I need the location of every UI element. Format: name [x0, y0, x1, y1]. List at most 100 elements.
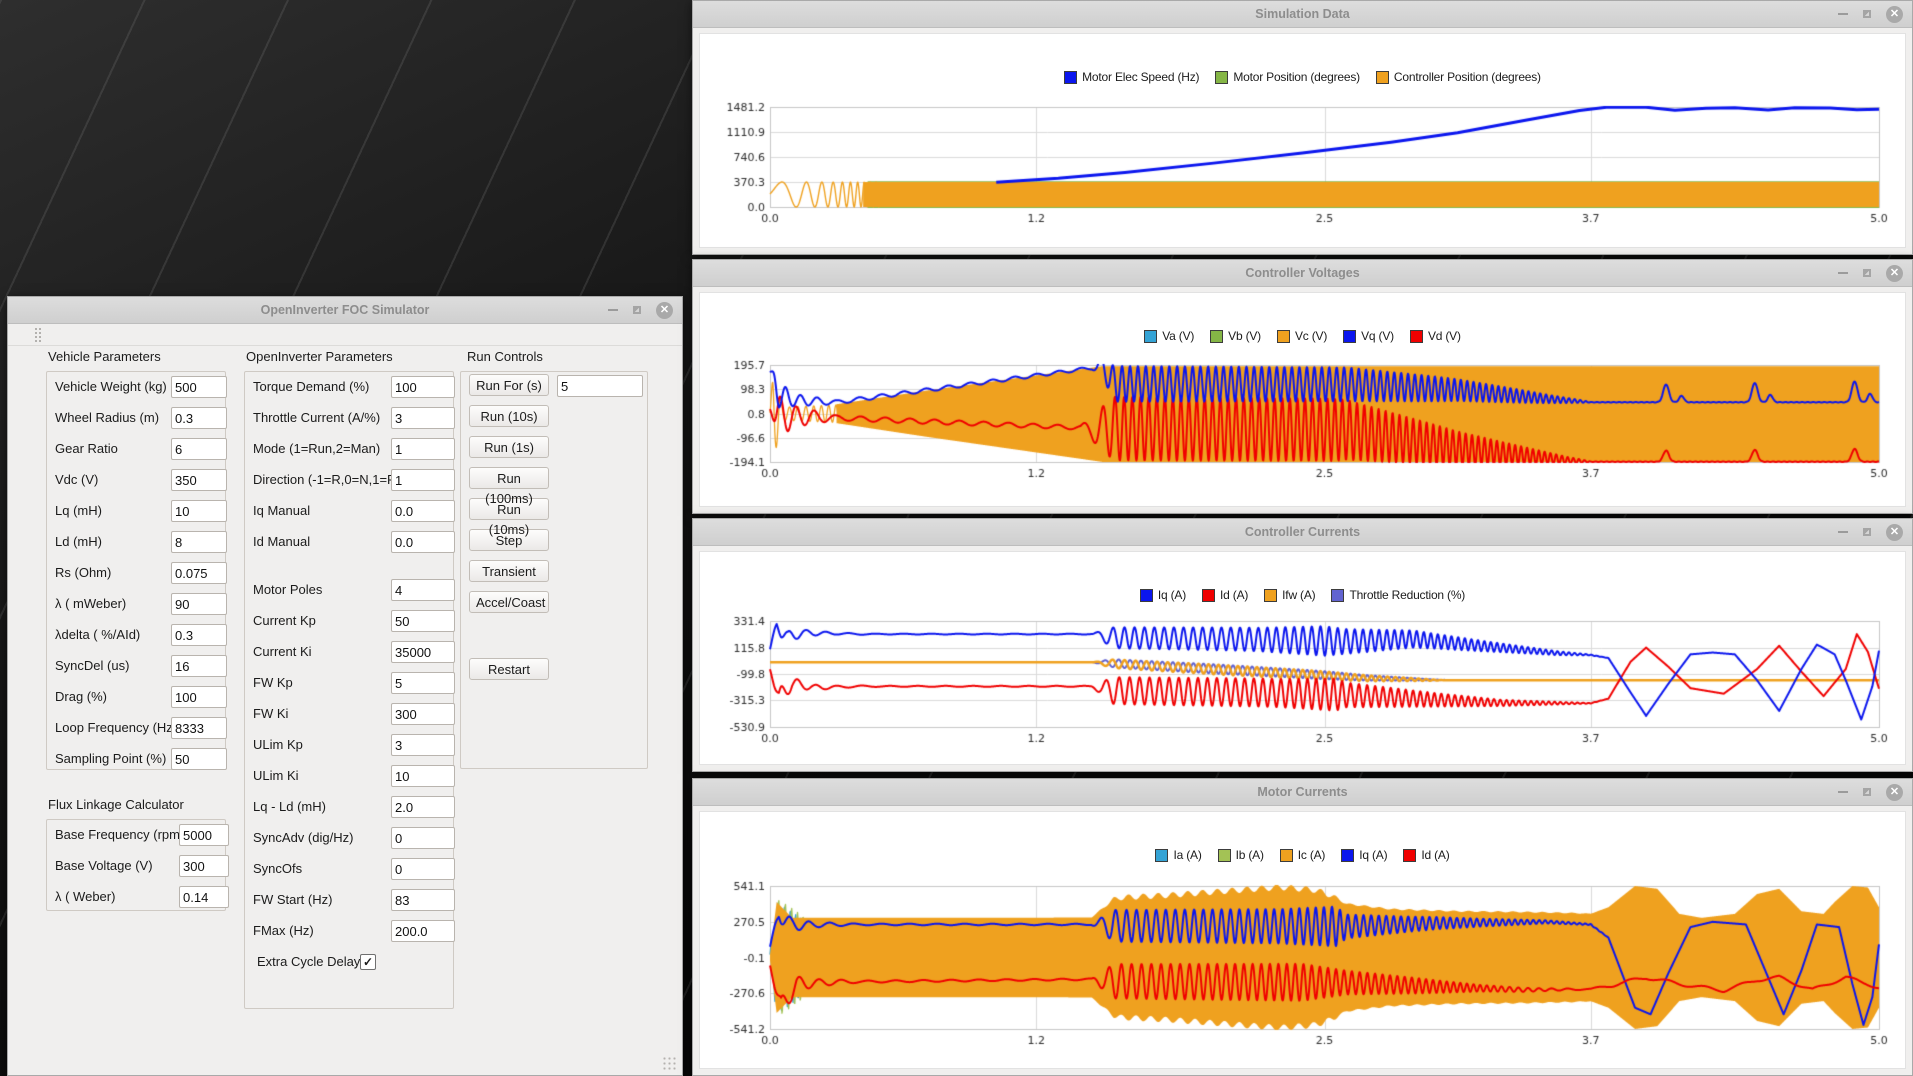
syncadv-dig-hz-input[interactable]: [391, 827, 455, 849]
field-row: Wheel Radius (m): [55, 407, 217, 429]
delta-aid-input[interactable]: [171, 624, 227, 646]
restore-icon[interactable]: [1863, 269, 1871, 277]
gear-ratio-input[interactable]: [171, 438, 227, 460]
simulator-titlebar[interactable]: OpenInverter FOC Simulator ✕: [8, 297, 682, 324]
field-label-rs-ohm: Rs (Ohm): [55, 562, 111, 584]
transient-button[interactable]: Transient: [469, 560, 549, 582]
direction-1-r-0-n-1-f-input[interactable]: [391, 469, 455, 491]
window-title: Controller Currents: [693, 519, 1912, 545]
syncdel-us-input[interactable]: [171, 655, 227, 677]
field-label-wheel-radius-m: Wheel Radius (m): [55, 407, 159, 429]
motor-poles-input[interactable]: [391, 579, 455, 601]
restore-icon[interactable]: [1863, 528, 1871, 536]
restore-icon[interactable]: [1863, 10, 1871, 18]
resize-grip-icon[interactable]: [662, 1056, 677, 1071]
weber-input[interactable]: [179, 886, 229, 908]
extra-cycle-delay-checkbox[interactable]: ✓: [360, 954, 376, 970]
accel-coast-button[interactable]: Accel/Coast: [469, 591, 549, 613]
lq-ld-mh-input[interactable]: [391, 796, 455, 818]
vehicle-weight-kg-input[interactable]: [171, 376, 227, 398]
chart-titlebar[interactable]: Simulation Data ✕: [693, 1, 1912, 28]
mweber-input[interactable]: [171, 593, 227, 615]
field-row: Gear Ratio: [55, 438, 217, 460]
minimize-icon[interactable]: [1838, 531, 1848, 533]
torque-demand-input[interactable]: [391, 376, 455, 398]
run-for-s-button[interactable]: Run For (s): [469, 374, 549, 396]
restart-button[interactable]: Restart: [469, 658, 549, 680]
loop-frequency-hz-input[interactable]: [171, 717, 227, 739]
chart-area: Iq (A)Id (A)Ifw (A)Throttle Reduction (%…: [699, 551, 1906, 765]
field-label-mweber: λ ( mWeber): [55, 593, 126, 615]
restore-icon[interactable]: [1863, 788, 1871, 796]
fw-kp-input[interactable]: [391, 672, 455, 694]
sampling-point-input[interactable]: [171, 748, 227, 770]
field-row: Torque Demand (%): [253, 376, 445, 398]
chart-window-controller-voltages: Controller Voltages ✕ Va (V)Vb (V)Vc (V)…: [692, 259, 1913, 514]
chart-titlebar[interactable]: Controller Voltages ✕: [693, 260, 1912, 287]
throttle-current-a-input[interactable]: [391, 407, 455, 429]
minimize-icon[interactable]: [1838, 13, 1848, 15]
window-title: Motor Currents: [693, 779, 1912, 805]
field-label-ulim-kp: ULim Kp: [253, 734, 303, 756]
run-10s-button[interactable]: Run (10s): [469, 405, 549, 427]
section-title-flux: Flux Linkage Calculator: [48, 797, 184, 812]
toolbar-grip-icon[interactable]: [34, 327, 43, 342]
field-label-base-voltage-v: Base Voltage (V): [55, 855, 153, 877]
field-row: ULim Kp: [253, 734, 445, 756]
field-row: ULim Ki: [253, 765, 445, 787]
fmax-hz-input[interactable]: [391, 920, 455, 942]
step-button[interactable]: Step: [469, 529, 549, 551]
close-icon[interactable]: ✕: [656, 302, 673, 319]
run-100ms-button[interactable]: Run (100ms): [469, 467, 549, 489]
current-kp-input[interactable]: [391, 610, 455, 632]
ld-mh-input[interactable]: [171, 531, 227, 553]
lq-mh-input[interactable]: [171, 500, 227, 522]
base-frequency-rpm-input[interactable]: [179, 824, 229, 846]
chart-window-simulation-data: Simulation Data ✕ Motor Elec Speed (Hz)M…: [692, 0, 1913, 255]
field-label-iq-manual: Iq Manual: [253, 500, 310, 522]
mode-1-run-2-man-input[interactable]: [391, 438, 455, 460]
run-10ms-button[interactable]: Run (10ms): [469, 498, 549, 520]
syncofs-input[interactable]: [391, 858, 455, 880]
drag-input[interactable]: [171, 686, 227, 708]
chart-canvas-motor-currents: [700, 812, 1907, 1068]
field-label-throttle-current-a: Throttle Current (A/%): [253, 407, 380, 429]
minimize-icon[interactable]: [608, 309, 618, 311]
wheel-radius-m-input[interactable]: [171, 407, 227, 429]
field-row: Motor Poles: [253, 579, 445, 601]
field-label-torque-demand: Torque Demand (%): [253, 376, 369, 398]
fw-ki-input[interactable]: [391, 703, 455, 725]
id-manual-input[interactable]: [391, 531, 455, 553]
run-for-seconds-input[interactable]: [557, 375, 643, 397]
field-row: Lq (mH): [55, 500, 217, 522]
minimize-icon[interactable]: [1838, 791, 1848, 793]
close-icon[interactable]: ✕: [1886, 784, 1903, 801]
restore-icon[interactable]: [633, 306, 641, 314]
field-row: Base Voltage (V): [55, 855, 217, 877]
vehicle-parameters-frame: Vehicle Weight (kg)Wheel Radius (m)Gear …: [46, 371, 226, 770]
toolbar: [8, 324, 682, 346]
rs-ohm-input[interactable]: [171, 562, 227, 584]
field-row: Loop Frequency (Hz): [55, 717, 217, 739]
chart-titlebar[interactable]: Motor Currents ✕: [693, 779, 1912, 806]
close-icon[interactable]: ✕: [1886, 524, 1903, 541]
fw-start-hz-input[interactable]: [391, 889, 455, 911]
ulim-kp-input[interactable]: [391, 734, 455, 756]
field-row: SyncOfs: [253, 858, 445, 880]
ulim-ki-input[interactable]: [391, 765, 455, 787]
iq-manual-input[interactable]: [391, 500, 455, 522]
close-icon[interactable]: ✕: [1886, 6, 1903, 23]
window-title: OpenInverter FOC Simulator: [8, 297, 682, 323]
field-row: Drag (%): [55, 686, 217, 708]
base-voltage-v-input[interactable]: [179, 855, 229, 877]
field-label-loop-frequency-hz: Loop Frequency (Hz): [55, 717, 177, 739]
close-icon[interactable]: ✕: [1886, 265, 1903, 282]
window-title: Controller Voltages: [693, 260, 1912, 286]
minimize-icon[interactable]: [1838, 272, 1848, 274]
field-row: SyncAdv (dig/Hz): [253, 827, 445, 849]
chart-titlebar[interactable]: Controller Currents ✕: [693, 519, 1912, 546]
current-ki-input[interactable]: [391, 641, 455, 663]
run-1s-button[interactable]: Run (1s): [469, 436, 549, 458]
vdc-v-input[interactable]: [171, 469, 227, 491]
field-row: Ld (mH): [55, 531, 217, 553]
